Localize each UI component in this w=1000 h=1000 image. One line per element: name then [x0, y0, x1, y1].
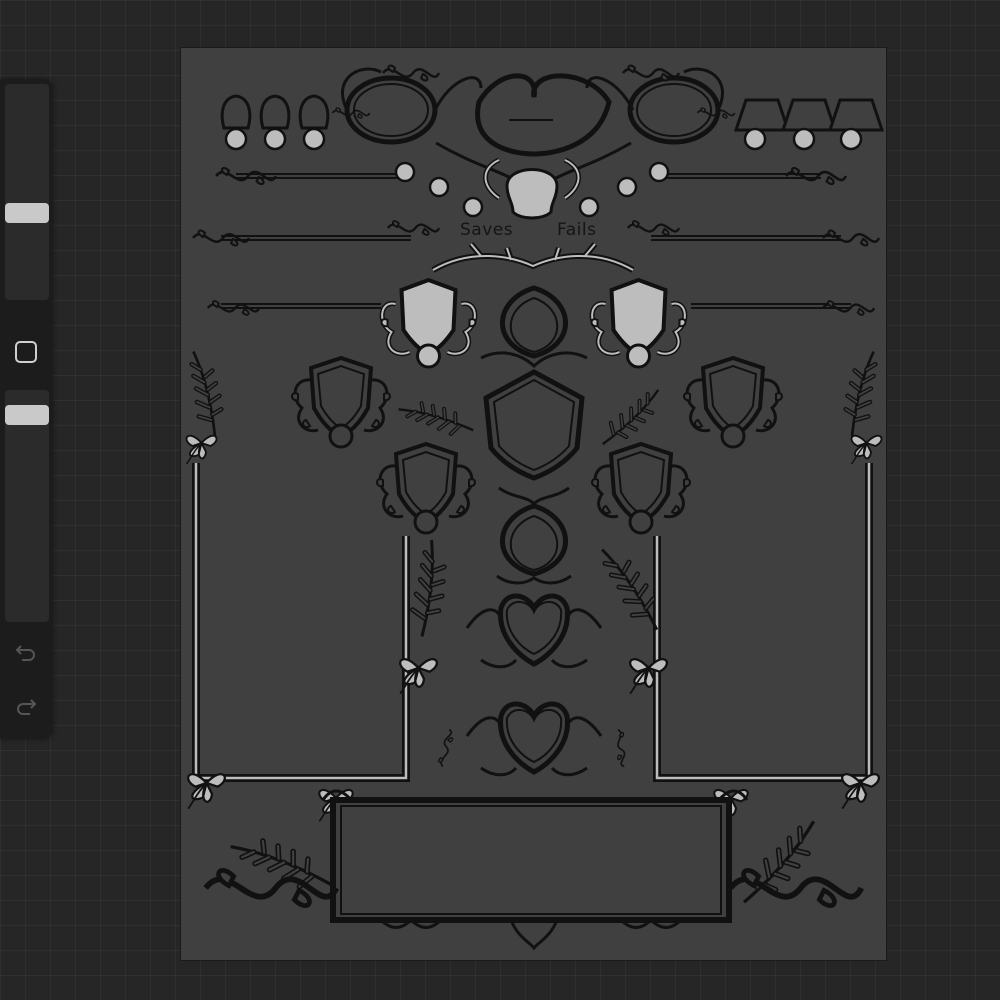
character-sheet-line-art — [185, 64, 885, 951]
redo-arrow-icon — [17, 699, 37, 715]
sidebar-toolbar — [0, 80, 52, 738]
fern-top-left — [192, 352, 222, 437]
center-ornament-pod-2 — [496, 486, 572, 585]
undo-button[interactable] — [13, 640, 39, 666]
ability-shield-far-left — [292, 358, 390, 447]
spell-slot-counters-right — [733, 98, 885, 151]
brush-size-slider-thumb[interactable] — [5, 203, 49, 223]
death-save-beads-left — [394, 161, 484, 218]
redo-button[interactable] — [13, 694, 39, 720]
death-save-beads-right — [578, 161, 670, 218]
heart-frame-upper — [465, 593, 603, 669]
ability-shield-far-right — [684, 358, 782, 447]
modify-button[interactable] — [15, 341, 37, 363]
opacity-slider-thumb[interactable] — [5, 405, 49, 425]
fern-top-right — [846, 352, 876, 437]
ability-shield-mid-left — [377, 444, 475, 533]
bottom-notes-box — [321, 789, 749, 951]
undo-arrow-icon — [15, 645, 35, 661]
left-skills-frame — [192, 463, 410, 782]
drawing-canvas[interactable]: Saves Fails — [180, 47, 887, 961]
brush-size-slider[interactable] — [5, 84, 49, 300]
opacity-slider[interactable] — [5, 390, 49, 622]
armor-class-shield — [483, 369, 585, 481]
saves-label: Saves — [460, 220, 514, 240]
header-ornament — [340, 67, 725, 180]
ability-shield-mid-right — [592, 444, 690, 533]
ability-shield-left — [382, 280, 476, 367]
ability-shield-right — [592, 280, 686, 367]
right-skills-frame — [653, 463, 873, 782]
heart-frame-lower — [465, 701, 603, 777]
fails-label: Fails — [557, 220, 597, 240]
death-save-skull — [483, 157, 581, 220]
center-ornament-pod-1 — [480, 285, 588, 369]
hit-dice-counters-left — [220, 94, 330, 151]
